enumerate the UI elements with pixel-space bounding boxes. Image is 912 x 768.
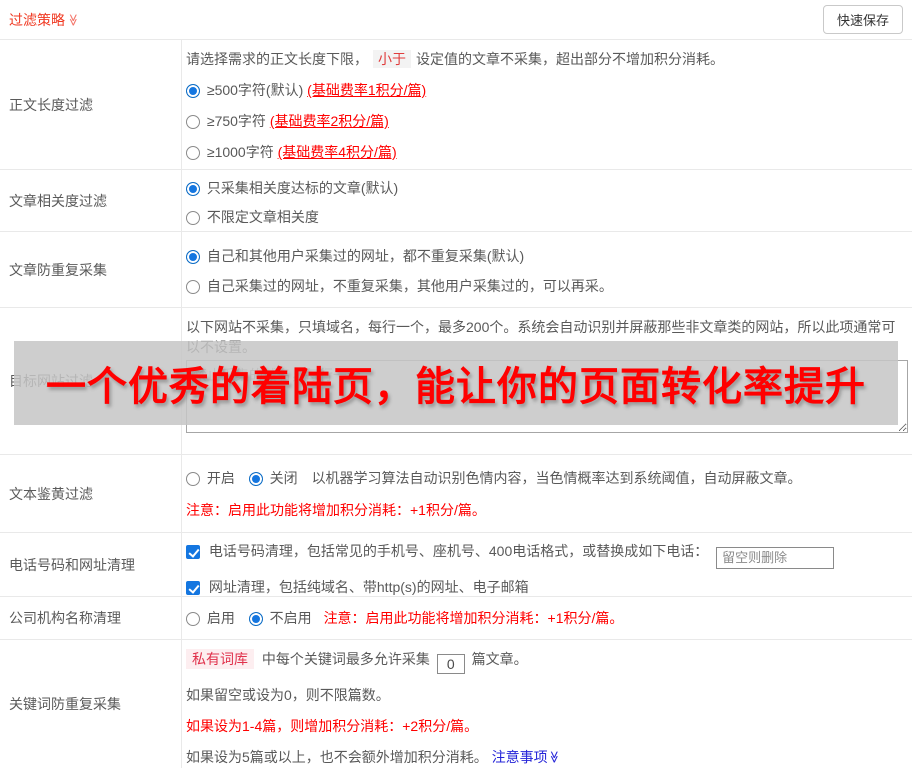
porn-filter-description: 以机器学习算法自动识别色情内容，当色情概率达到系统阈值，自动屏蔽文章。	[311, 470, 802, 486]
row-label: 电话号码和网址清理	[0, 533, 182, 596]
keyword-dedupe-cost-note: 如果设为1-4篇，则增加积分消耗：+2积分/篇。	[186, 718, 479, 734]
radio-500-chars[interactable]	[186, 84, 200, 98]
row-keyword-dedupe: 关键词防重复采集 私有词库 中每个关键词最多允许采集 篇文章。 如果留空或设为0…	[0, 640, 912, 768]
option-label[interactable]: 自己采集过的网址，不重复采集，其他用户采集过的，可以再采。	[207, 278, 613, 294]
radio-750-chars[interactable]	[186, 115, 200, 129]
watermark-text: 一个优秀的着陆页，能让你的页面转化率提升	[46, 365, 866, 409]
dedupe-option-all-users: 自己和其他用户采集过的网址，都不重复采集(默认)	[186, 246, 908, 266]
relevance-option-strict: 只采集相关度达标的文章(默认)	[186, 178, 908, 198]
replacement-phone-input[interactable]	[716, 546, 835, 569]
keyword-dedupe-line4: 如果设为5篇或以上，也不会额外增加积分消耗。 注意事项≫	[186, 747, 908, 767]
keyword-limit-text: 中每个关键词最多允许采集	[261, 651, 430, 667]
option-label[interactable]: 启用	[207, 610, 235, 626]
intro-highlight: 小于	[373, 50, 411, 68]
relevance-option-any: 不限定文章相关度	[186, 207, 908, 227]
body-length-option-1000: ≥1000字符 (基础费率4积分/篇)	[186, 142, 908, 162]
body-length-option-500: ≥500字符(默认) (基础费率1积分/篇)	[186, 80, 908, 100]
option-label[interactable]: 开启	[207, 470, 235, 486]
notes-link-label: 注意事项	[491, 749, 548, 765]
intro-text-before: 请选择需求的正文长度下限，	[186, 51, 368, 67]
radio-dedupe-self-only[interactable]	[186, 280, 200, 294]
keyword-limit-suffix: 篇文章。	[471, 651, 528, 667]
row-porn-filter: 文本鉴黄过滤 开启 关闭 以机器学习算法自动识别色情内容，当色情概率达到系统阈值…	[0, 455, 912, 533]
row-body-length-filter: 正文长度过滤 请选择需求的正文长度下限， 小于 设定值的文章不采集，超出部分不增加积…	[0, 40, 912, 170]
option-label[interactable]: ≥750字符	[207, 113, 266, 129]
chevron-down-icon: ≫	[66, 13, 81, 26]
page-header: 过滤策略≫ 快速保存	[0, 0, 912, 40]
company-clean-cost-note: 注意：启用此功能将增加积分消耗：+1积分/篇。	[323, 610, 624, 626]
row-label: 正文长度过滤	[0, 40, 182, 169]
porn-filter-cost-note: 注意：启用此功能将增加积分消耗：+1积分/篇。	[186, 502, 486, 518]
row-label: 公司机构名称清理	[0, 597, 182, 639]
radio-relevance-any[interactable]	[186, 211, 200, 225]
page-title-text: 过滤策略	[9, 11, 65, 28]
company-clean-options: 启用 不启用 注意：启用此功能将增加积分消耗：+1积分/篇。	[186, 608, 908, 628]
body-length-option-750: ≥750字符 (基础费率2积分/篇)	[186, 111, 908, 131]
radio-porn-off[interactable]	[248, 472, 263, 486]
chevron-down-icon: ≫	[546, 750, 561, 764]
quick-save-button[interactable]: 快速保存	[822, 5, 903, 34]
checkbox-label[interactable]: 网址清理，包括纯域名、带http(s)的网址、电子邮箱	[209, 579, 529, 595]
option-cost-note: (基础费率4积分/篇)	[277, 144, 397, 160]
radio-company-off[interactable]	[248, 612, 263, 626]
intro-text-after: 设定值的文章不采集，超出部分不增加积分消耗。	[416, 51, 724, 67]
checkbox-phone-clean[interactable]	[186, 545, 200, 559]
option-label[interactable]: 关闭	[270, 470, 298, 486]
keyword-dedupe-line2: 如果留空或设为0，则不限篇数。	[186, 687, 390, 703]
option-label[interactable]: ≥1000字符	[207, 144, 274, 160]
option-label[interactable]: 不启用	[270, 610, 312, 626]
dedupe-option-self-only: 自己采集过的网址，不重复采集，其他用户采集过的，可以再采。	[186, 276, 908, 296]
row-label: 文章相关度过滤	[0, 170, 182, 231]
checkbox-url-clean[interactable]	[186, 580, 200, 595]
radio-porn-on[interactable]	[186, 472, 200, 486]
porn-filter-options: 开启 关闭 以机器学习算法自动识别色情内容，当色情概率达到系统阈值，自动屏蔽文章…	[186, 468, 908, 488]
row-company-clean: 公司机构名称清理 启用 不启用 注意：启用此功能将增加积分消耗：+1积分/篇。	[0, 597, 912, 640]
url-clean-option: 网址清理，包括纯域名、带http(s)的网址、电子邮箱	[186, 577, 908, 597]
row-label: 关键词防重复采集	[0, 640, 182, 768]
option-label[interactable]: 只采集相关度达标的文章(默认)	[207, 180, 398, 196]
option-cost-note: (基础费率1积分/篇)	[307, 82, 427, 98]
row-label: 文章防重复采集	[0, 232, 182, 307]
radio-company-on[interactable]	[186, 612, 200, 626]
radio-1000-chars[interactable]	[186, 146, 200, 160]
row-label: 文本鉴黄过滤	[0, 455, 182, 532]
checkbox-label[interactable]: 电话号码清理，包括常见的手机号、座机号、400电话格式，或替换成如下电话：	[209, 543, 708, 559]
notes-link[interactable]: 注意事项≫	[492, 749, 561, 765]
option-label[interactable]: 自己和其他用户采集过的网址，都不重复采集(默认)	[207, 248, 524, 264]
watermark-overlay: 一个优秀的着陆页，能让你的页面转化率提升	[14, 341, 898, 425]
private-lexicon-tag: 私有词库	[186, 649, 254, 669]
option-label[interactable]: ≥500字符(默认)	[207, 82, 303, 98]
row-dedupe-collect: 文章防重复采集 自己和其他用户采集过的网址，都不重复采集(默认) 自己采集过的网…	[0, 232, 912, 308]
phone-clean-option: 电话号码清理，包括常见的手机号、座机号、400电话格式，或替换成如下电话：	[186, 541, 908, 569]
option-cost-note: (基础费率2积分/篇)	[269, 113, 389, 129]
keyword-dedupe-line1: 私有词库 中每个关键词最多允许采集 篇文章。	[186, 649, 908, 674]
option-label[interactable]: 不限定文章相关度	[207, 209, 319, 225]
row-phone-url-clean: 电话号码和网址清理 电话号码清理，包括常见的手机号、座机号、400电话格式，或替…	[0, 533, 912, 597]
keyword-dedupe-line4-text: 如果设为5篇或以上，也不会额外增加积分消耗。	[186, 749, 488, 765]
radio-dedupe-all-users[interactable]	[186, 250, 200, 264]
page-title[interactable]: 过滤策略≫	[9, 10, 80, 30]
keyword-limit-input[interactable]	[436, 654, 465, 674]
row-relevance-filter: 文章相关度过滤 只采集相关度达标的文章(默认) 不限定文章相关度	[0, 170, 912, 232]
body-length-intro: 请选择需求的正文长度下限， 小于 设定值的文章不采集，超出部分不增加积分消耗。	[186, 49, 908, 69]
radio-relevance-strict[interactable]	[186, 182, 200, 196]
